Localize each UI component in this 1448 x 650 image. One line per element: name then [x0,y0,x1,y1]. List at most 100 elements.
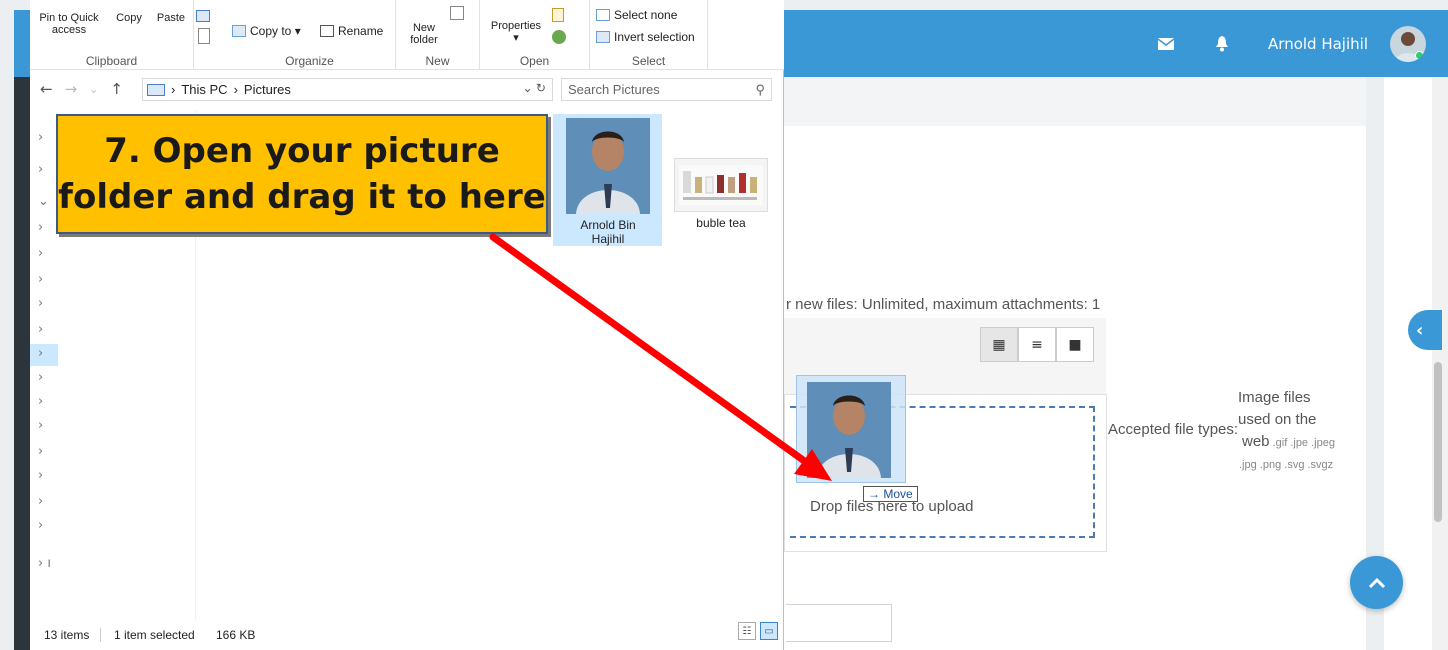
explorer-status-bar: 13 items 1 item selected 166 KB ☷ ▭ [30,620,784,650]
ribbon-group-open: Properties ▾ Open [480,0,590,70]
bell-icon[interactable] [1212,34,1232,54]
drag-move-tooltip: → Move [863,486,918,502]
properties-label: Properties [490,20,542,32]
copy-to-button[interactable]: Copy to ▾ [232,24,301,38]
drawer-toggle-button[interactable]: ‹ [1408,310,1442,350]
rename-button[interactable]: Rename [320,24,383,38]
nav-expand-icon[interactable]: › [38,468,43,483]
edit-icon[interactable] [552,8,564,22]
file-limits-info: r new files: Unlimited, maximum attachme… [786,296,1101,313]
nav-selected-row[interactable] [30,344,58,366]
address-separator-2: › [233,82,238,97]
back-to-top-button[interactable] [1350,556,1403,609]
large-icons-view-icon[interactable]: ▭ [760,622,778,640]
text-field[interactable] [786,604,892,642]
file-explorer-window: Pin to Quick access Copy Paste Clipboard… [30,0,784,650]
file-name-buble-tea: buble tea [696,216,746,230]
cut-icon[interactable] [196,10,210,22]
search-icon: ⚲ [755,81,765,97]
status-divider [100,628,101,642]
properties-button[interactable]: Properties ▾ [486,20,546,44]
online-status-dot [1415,50,1424,60]
grid-icon: ▦ [992,336,1006,353]
new-folder-button[interactable]: New folder [404,22,444,46]
nav-expand-icon[interactable]: › [38,162,43,177]
nav-expand-icon[interactable]: › [38,494,43,509]
invert-selection-button[interactable]: Invert selection [596,30,695,44]
history-icon[interactable] [552,30,566,44]
up-arrow-icon[interactable]: ↑ [110,80,123,98]
select-none-button[interactable]: Select none [596,8,677,22]
nav-expand-icon[interactable]: › [38,444,43,459]
pin-label-2: access [51,24,87,36]
search-input[interactable]: Search Pictures ⚲ [561,78,772,101]
new-item-icon[interactable] [450,6,464,20]
invert-selection-icon [596,31,610,43]
breadcrumb-this-pc[interactable]: This PC [181,82,227,97]
file-item-buble-tea[interactable]: buble tea [672,158,770,230]
address-dropdown-refresh-icon[interactable]: ⌄ ↻ [523,81,546,95]
accepted-line-2: used on the [1238,411,1317,428]
grid-view-button[interactable]: ▦ [980,327,1018,362]
file-name-arnold: Arnold Bin Hajihil [559,218,657,246]
nav-expand-icon[interactable]: › [38,296,43,311]
chevron-up-icon [1368,577,1385,588]
details-view-icon[interactable]: ☷ [738,622,756,640]
scrollbar-thumb[interactable] [1434,362,1442,522]
copy-to-icon [232,25,246,37]
pin-label-1: Pin to Quick [39,12,99,24]
explorer-view-toggle: ☷ ▭ [738,622,778,640]
nav-expand-icon[interactable]: › [38,394,43,409]
file-thumbnail-photo [566,118,650,214]
organize-group-label: Organize [285,54,334,68]
back-arrow-icon[interactable]: ← [40,80,53,98]
drag-ghost-thumbnail [796,375,906,483]
avatar[interactable] [1390,25,1426,62]
ribbon-group-clipboard: Pin to Quick access Copy Paste Clipboard [30,0,210,70]
view-mode-group: ▦ ≡ ■ [980,327,1094,362]
new-folder-label-1: New [412,22,435,34]
paste-button[interactable]: Paste [154,12,188,24]
nav-expand-icon[interactable]: › [38,518,43,533]
recent-dropdown-icon[interactable]: ⌄ [89,83,98,96]
new-group-label: New [425,54,450,68]
nav-expand-icon[interactable]: › [38,272,43,287]
nav-expand-icon[interactable]: › [38,246,43,261]
new-folder-label-2: folder [410,34,438,46]
address-bar[interactable]: › This PC › Pictures ⌄ ↻ [142,78,553,101]
list-view-button[interactable]: ≡ [1018,327,1056,362]
breadcrumb-pictures[interactable]: Pictures [244,82,291,97]
nav-expand-icon[interactable]: › [38,130,43,145]
nav-expand-icon[interactable]: › [38,418,43,433]
pin-to-quick-access-button[interactable]: Pin to Quick access [34,12,104,36]
forward-arrow-icon[interactable]: → [65,80,78,98]
file-item-arnold[interactable]: Arnold Bin Hajihil [559,118,657,246]
folder-view-button[interactable]: ■ [1056,327,1094,362]
copy-to-label: Copy to ▾ [250,24,301,38]
paste-label: Paste [156,12,186,24]
rename-label: Rename [338,24,384,38]
nav-collapse-icon[interactable]: ⌄ [38,194,49,209]
copy-button[interactable]: Copy [112,12,146,24]
ribbon-group-organize: Copy to ▾ Rename Organize [224,0,396,70]
callout-line-2: folder and drag it to here [58,177,546,217]
navbar-user-area: Arnold Hajihil [1156,10,1448,77]
nav-expand-icon[interactable]: › ı [38,556,51,571]
nav-expand-icon[interactable]: › [38,346,43,361]
file-thumbnail-bubble-tea [674,158,768,212]
nav-expand-icon[interactable]: › [38,322,43,337]
nav-expand-icon[interactable]: › [38,220,43,235]
envelope-icon[interactable] [1156,34,1176,54]
ribbon-group-select: Select none Invert selection Select [590,0,708,70]
paste-shortcut-icon[interactable] [198,28,210,44]
nav-buttons: ← → ⌄ ↑ [40,80,123,98]
user-name[interactable]: Arnold Hajihil [1268,35,1368,53]
search-placeholder: Search Pictures [568,82,660,97]
accepted-file-types-list: Image files used on the web .gif .jpe .j… [1212,387,1352,476]
rename-icon [320,25,334,37]
this-pc-icon [147,83,165,96]
select-none-label: Select none [614,8,678,22]
nav-expand-icon[interactable]: › [38,370,43,385]
explorer-ribbon: Pin to Quick access Copy Paste Clipboard… [30,0,784,70]
drag-photo [807,382,891,478]
